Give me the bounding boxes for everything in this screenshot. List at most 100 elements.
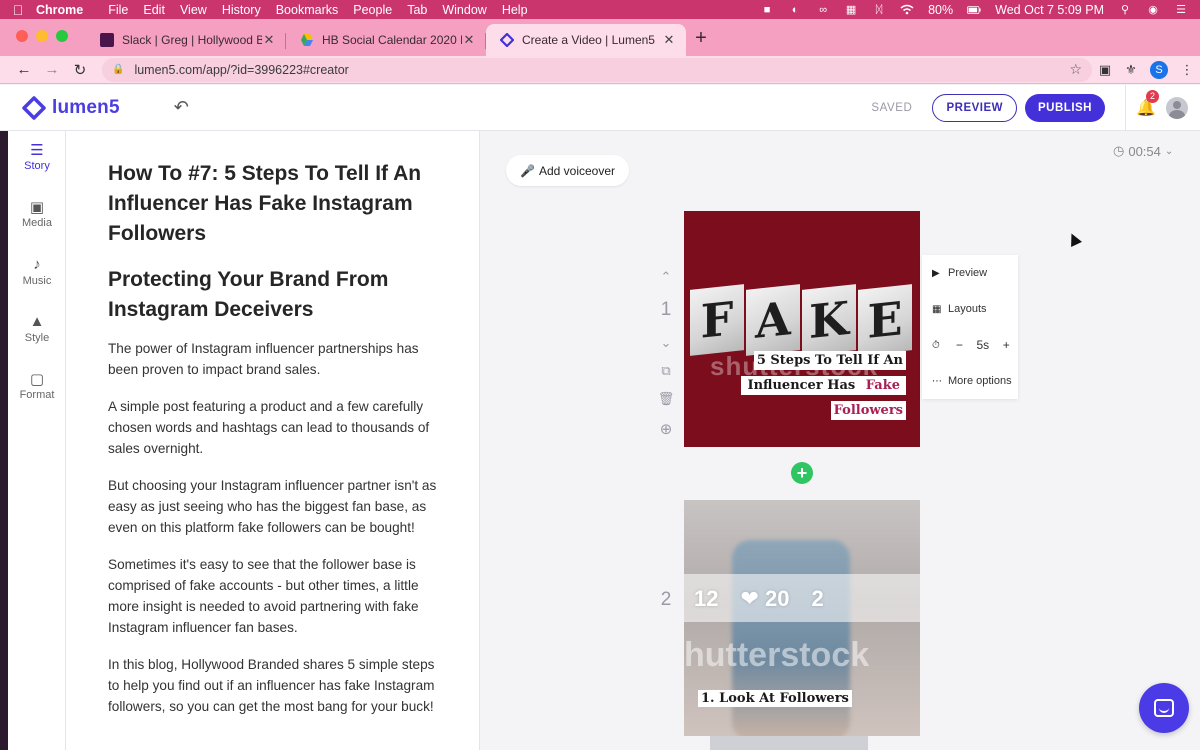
add-circle-icon[interactable]: ⊕: [656, 420, 676, 438]
move-down-icon[interactable]: ⌄: [656, 335, 676, 351]
menu-app[interactable]: Chrome: [36, 3, 92, 17]
creative-cloud-icon[interactable]: ∞: [816, 4, 830, 16]
status-app-icon[interactable]: ■: [760, 4, 774, 16]
menu-edit[interactable]: Edit: [143, 3, 174, 17]
close-tab-icon[interactable]: ✕: [462, 32, 476, 48]
siri-icon[interactable]: ◉: [1146, 4, 1160, 16]
scene-card-1[interactable]: F A K E shutterstock 5 Steps To Tell If …: [684, 211, 920, 447]
scene-number: 2: [660, 589, 672, 610]
menu-bookmarks[interactable]: Bookmarks: [276, 3, 348, 17]
story-paragraph[interactable]: Sometimes it's easy to see that the foll…: [108, 554, 439, 638]
preview-button[interactable]: PREVIEW: [932, 93, 1018, 122]
extensions-puzzle-icon[interactable]: ⚜: [1118, 62, 1144, 78]
menu-window[interactable]: Window: [442, 3, 495, 17]
tab-label: Slack | Greg | Hollywood Brand: [122, 33, 262, 47]
menu-people[interactable]: People: [353, 3, 401, 17]
decrease-duration-button[interactable]: −: [948, 338, 971, 352]
publish-button[interactable]: PUBLISH: [1025, 93, 1105, 122]
cube-letter: F: [690, 284, 744, 356]
scene-card-2[interactable]: 12 ❤ 20 2 hutterstock 1. Look At Followe…: [684, 500, 920, 736]
support-chat-button[interactable]: [1139, 683, 1189, 733]
grid-icon: ▦: [932, 303, 942, 315]
menubar-clock[interactable]: Wed Oct 7 5:09 PM: [995, 3, 1104, 17]
apple-icon[interactable]: : [0, 2, 36, 18]
battery-icon[interactable]: [967, 4, 981, 16]
chat-icon: [1154, 699, 1174, 717]
address-bar[interactable]: 🔒 lumen5.com/app/?id=3996223#creator ☆: [102, 57, 1092, 82]
story-paragraph[interactable]: A simple post featuring a product and a …: [108, 396, 439, 459]
sidebar-item-media[interactable]: ▣ Media: [8, 198, 66, 229]
scene-caption[interactable]: 1. Look At Followers: [698, 690, 852, 707]
minimize-window-button[interactable]: [36, 30, 48, 42]
stock-watermark: hutterstock: [684, 636, 870, 674]
sidebar-item-style[interactable]: ▲ Style: [8, 313, 66, 344]
contrast-icon[interactable]: ◐: [788, 4, 802, 16]
calendar-icon[interactable]: ▦: [844, 4, 858, 16]
menu-help[interactable]: Help: [502, 3, 537, 17]
profile-avatar[interactable]: S: [1150, 60, 1168, 79]
story-panel[interactable]: How To #7: 5 Steps To Tell If An Influen…: [66, 131, 480, 750]
menu-view[interactable]: View: [180, 3, 216, 17]
increase-duration-button[interactable]: +: [995, 338, 1018, 352]
story-paragraph[interactable]: In this blog, Hollywood Branded shares 5…: [108, 654, 439, 717]
new-tab-button[interactable]: +: [686, 27, 716, 56]
clock-icon: ◷: [1113, 143, 1125, 158]
tab-label: Create a Video | Lumen5: [522, 33, 655, 47]
save-status: SAVED: [871, 101, 913, 114]
scene-canvas: 🎤 Add voiceover ◷ 00:54 ⌄ ⌃ 1 ⌄ ⧉ 🗑 ⊕ F …: [481, 131, 1200, 750]
sidebar-item-music[interactable]: ♪ Music: [8, 256, 66, 287]
tab-label: HB Social Calendar 2020 MAS: [322, 33, 462, 47]
trash-icon[interactable]: 🗑: [656, 391, 676, 407]
scene-preview-button[interactable]: ▶ Preview: [922, 255, 1018, 291]
menu-label: Preview: [948, 267, 988, 279]
picture-in-picture-icon[interactable]: ▣: [1092, 62, 1118, 78]
close-tab-icon[interactable]: ✕: [662, 32, 676, 48]
lumen5-logo[interactable]: lumen5: [0, 95, 120, 120]
tab-social-calendar[interactable]: HB Social Calendar 2020 MAS ✕: [286, 24, 486, 56]
tab-slack[interactable]: Slack | Greg | Hollywood Brand ✕: [86, 24, 286, 56]
lock-icon[interactable]: 🔒: [112, 64, 124, 75]
maximize-window-button[interactable]: [56, 30, 68, 42]
bookmark-star-icon[interactable]: ☆: [1069, 61, 1082, 78]
duplicate-icon[interactable]: ⧉: [656, 363, 676, 379]
add-voiceover-button[interactable]: 🎤 Add voiceover: [506, 155, 629, 186]
control-center-icon[interactable]: ☰: [1174, 4, 1188, 16]
caption-line: Influencer Has Fake: [741, 376, 906, 395]
user-avatar[interactable]: [1166, 96, 1188, 119]
sidebar-item-label: Music: [22, 275, 52, 287]
menu-history[interactable]: History: [222, 3, 270, 17]
tab-lumen5[interactable]: Create a Video | Lumen5 ✕: [486, 24, 686, 56]
back-icon[interactable]: ←: [10, 61, 38, 78]
move-up-icon[interactable]: ⌃: [656, 269, 676, 285]
caption-line: Followers: [830, 401, 906, 420]
background-window-edge: [0, 131, 8, 750]
bluetooth-icon[interactable]: ᛞ: [872, 4, 886, 16]
cube-letter: E: [858, 284, 912, 356]
story-subtitle[interactable]: Protecting Your Brand From Instagram Dec…: [108, 265, 439, 325]
story-title[interactable]: How To #7: 5 Steps To Tell If An Influen…: [108, 159, 439, 249]
add-scene-button[interactable]: +: [791, 462, 813, 484]
video-duration[interactable]: ◷ 00:54 ⌄: [1113, 143, 1173, 159]
close-window-button[interactable]: [16, 30, 28, 42]
menu-tab[interactable]: Tab: [407, 3, 436, 17]
undo-icon[interactable]: ↶: [174, 97, 189, 118]
wifi-icon[interactable]: [900, 4, 914, 16]
sidebar-item-format[interactable]: ▢ Format: [8, 370, 66, 401]
sidebar-item-story[interactable]: ☰ Story: [8, 141, 66, 172]
more-options-button[interactable]: ⋯ More options: [922, 363, 1018, 399]
menu-file[interactable]: File: [108, 3, 137, 17]
scene-card-3-partial[interactable]: [710, 736, 868, 750]
close-tab-icon[interactable]: ✕: [262, 32, 276, 48]
reload-icon[interactable]: ↻: [66, 61, 94, 79]
scene-caption[interactable]: 5 Steps To Tell If An Influencer Has Fak…: [741, 351, 906, 420]
spotlight-search-icon[interactable]: ⚲: [1118, 4, 1132, 16]
story-paragraph[interactable]: But choosing your Instagram influencer p…: [108, 475, 439, 538]
story-paragraph[interactable]: The power of Instagram influencer partne…: [108, 338, 439, 380]
ellipsis-icon: ⋯: [932, 375, 942, 387]
scene-layouts-button[interactable]: ▦ Layouts: [922, 291, 1018, 327]
kebab-menu-icon[interactable]: ⋮: [1174, 62, 1200, 78]
macos-menubar:  Chrome File Edit View History Bookmark…: [0, 0, 1200, 19]
url-text[interactable]: lumen5.com/app/?id=3996223#creator: [134, 63, 1069, 77]
notifications-button[interactable]: 🔔 2: [1126, 89, 1166, 118]
forward-icon[interactable]: →: [38, 61, 66, 78]
